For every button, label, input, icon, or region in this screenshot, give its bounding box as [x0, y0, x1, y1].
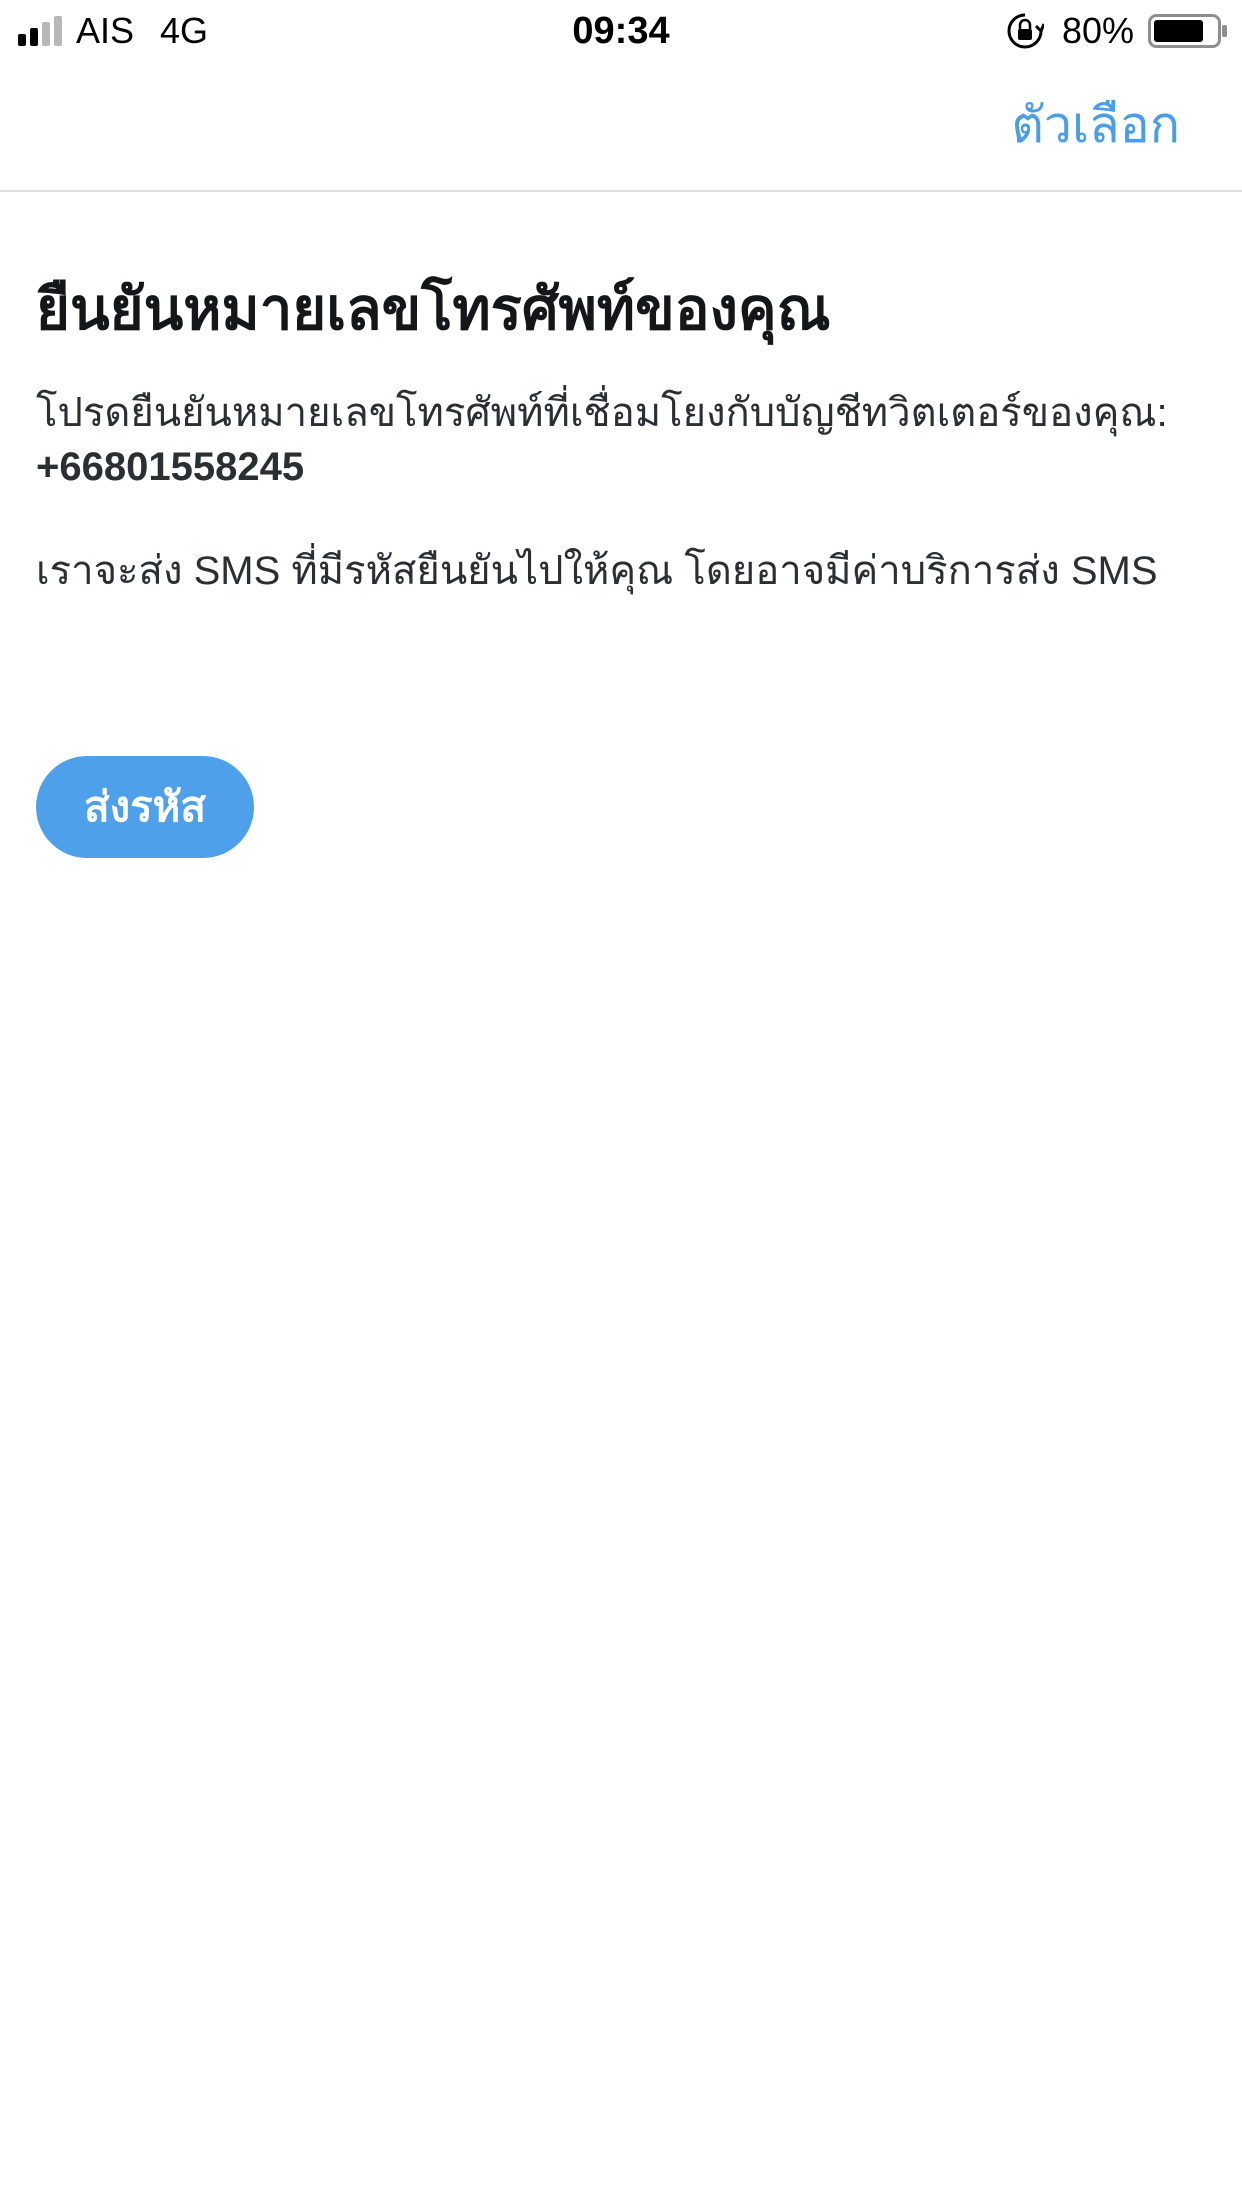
battery-percent: 80% [1062, 10, 1135, 51]
main-content: ยืนยันหมายเลขโทรศัพท์ของคุณ โปรดยืนยันหม… [36, 262, 1206, 598]
rotation-lock-icon [1007, 13, 1044, 49]
options-button[interactable]: ตัวเลือก [1011, 92, 1180, 158]
phone-number: +66801558245 [36, 445, 305, 489]
description: โปรดยืนยันหมายเลขโทรศัพท์ที่เชื่อมโยงกับ… [36, 386, 1206, 494]
send-code-button[interactable]: ส่งรหัส [36, 756, 254, 858]
page-title: ยืนยันหมายเลขโทรศัพท์ของคุณ [36, 277, 831, 342]
status-bar: AIS 4G 09:34 80% [0, 0, 1242, 62]
battery-icon [1148, 14, 1227, 48]
nav-bar: ตัวเลือก [0, 62, 1242, 192]
description-text: โปรดยืนยันหมายเลขโทรศัพท์ที่เชื่อมโยงกับ… [36, 391, 1168, 435]
status-time: 09:34 [572, 10, 670, 52]
sms-note: เราจะส่ง SMS ที่มีรหัสยืนยันไปให้คุณ โดย… [36, 549, 1158, 593]
